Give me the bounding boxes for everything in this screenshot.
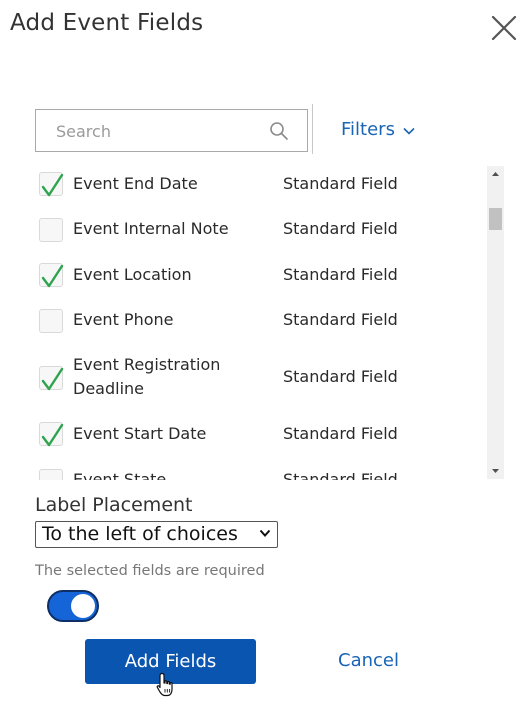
- field-name: Event Start Date: [73, 424, 207, 443]
- chevron-down-icon: [259, 529, 271, 537]
- field-checkbox[interactable]: [39, 218, 63, 242]
- field-name: Event End Date: [73, 174, 198, 193]
- label-placement-value: To the left of choices: [42, 523, 238, 545]
- field-name: Event State: [73, 470, 167, 480]
- close-button[interactable]: [488, 12, 520, 44]
- search-input[interactable]: [36, 110, 278, 153]
- field-checkbox[interactable]: [39, 263, 64, 288]
- triangle-down-icon: [492, 469, 499, 473]
- field-type: Standard Field: [283, 310, 398, 329]
- checkmark-icon: [41, 264, 64, 288]
- cancel-button[interactable]: Cancel: [338, 650, 399, 671]
- list-item: Event Phone Standard Field: [35, 308, 485, 333]
- required-toggle[interactable]: [47, 590, 99, 622]
- list-item: Event End Date Standard Field: [35, 172, 485, 197]
- field-name: Event Internal Note: [73, 219, 229, 238]
- close-icon: [491, 15, 517, 41]
- toggle-knob: [71, 594, 95, 618]
- field-checkbox[interactable]: [39, 469, 63, 480]
- field-type: Standard Field: [283, 424, 398, 443]
- field-type: Standard Field: [283, 367, 398, 386]
- dialog-title: Add Event Fields: [10, 10, 204, 36]
- search-divider: [312, 104, 313, 154]
- scroll-thumb[interactable]: [489, 208, 502, 230]
- list-item: Event Registration Deadline Standard Fie…: [35, 353, 485, 401]
- list-item: Event Internal Note Standard Field: [35, 217, 485, 242]
- field-name: Event Phone: [73, 310, 174, 329]
- scroll-down-button[interactable]: [487, 462, 504, 479]
- add-event-fields-dialog: Add Event Fields Filters Event End Dat: [0, 0, 532, 705]
- label-placement-select[interactable]: To the left of choices: [35, 521, 278, 548]
- filters-button[interactable]: Filters: [341, 119, 415, 140]
- search-icon[interactable]: [269, 121, 289, 141]
- list-item: Event State Standard Field: [35, 468, 485, 480]
- chevron-down-icon: [403, 127, 415, 135]
- field-checkbox[interactable]: [39, 172, 64, 197]
- field-type: Standard Field: [283, 265, 398, 284]
- label-placement-label: Label Placement: [35, 494, 193, 516]
- list-item: Event Start Date Standard Field: [35, 422, 485, 447]
- list-scrollbar[interactable]: [487, 166, 504, 479]
- checkmark-icon: [41, 423, 64, 447]
- search-box: [35, 109, 308, 153]
- triangle-up-icon: [492, 172, 499, 176]
- filters-label: Filters: [341, 119, 395, 140]
- field-name: Event Location: [73, 265, 192, 284]
- field-type: Standard Field: [283, 219, 398, 238]
- checkmark-icon: [41, 367, 64, 391]
- scroll-up-button[interactable]: [487, 166, 504, 183]
- field-checkbox[interactable]: [39, 422, 64, 447]
- list-item: Event Location Standard Field: [35, 263, 485, 288]
- hand-cursor-icon: [156, 672, 173, 697]
- field-type: Standard Field: [283, 174, 398, 193]
- field-type: Standard Field: [283, 470, 398, 480]
- field-list: Event End Date Standard Field Event Inte…: [35, 165, 505, 480]
- field-name: Event Registration Deadline: [73, 355, 221, 398]
- required-label: The selected fields are required: [35, 563, 265, 579]
- checkmark-icon: [41, 173, 64, 197]
- field-checkbox[interactable]: [39, 366, 64, 391]
- field-checkbox[interactable]: [39, 309, 63, 333]
